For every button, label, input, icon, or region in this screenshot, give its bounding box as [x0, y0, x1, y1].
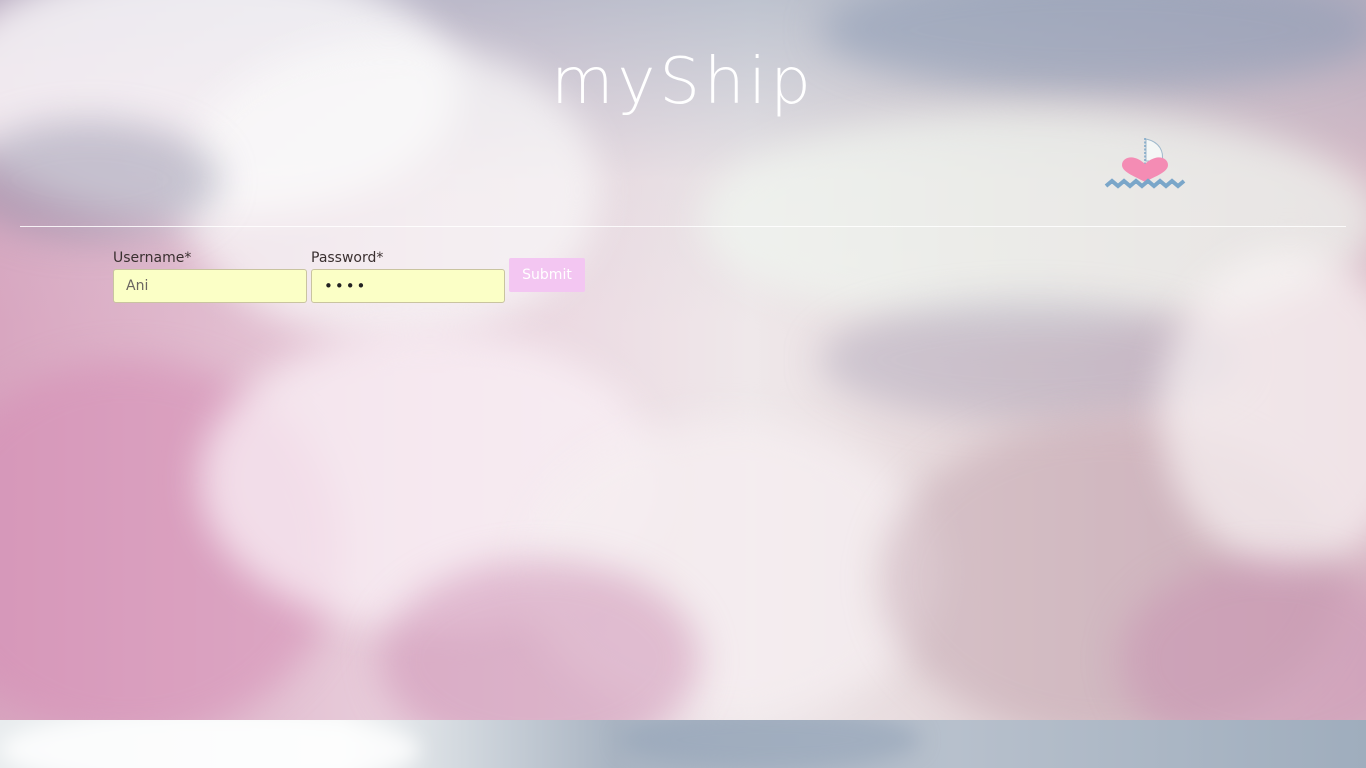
- heart-sailboat-icon[interactable]: [1104, 136, 1186, 194]
- header-divider: [20, 226, 1346, 227]
- username-label: Username*: [113, 250, 192, 266]
- password-field[interactable]: ••••: [311, 269, 505, 303]
- cloud-background-repeat: [0, 720, 1366, 768]
- brand-title: myShip: [551, 45, 815, 119]
- username-field[interactable]: Ani: [113, 269, 307, 303]
- submit-button[interactable]: Submit: [509, 258, 585, 292]
- password-label: Password*: [311, 250, 384, 266]
